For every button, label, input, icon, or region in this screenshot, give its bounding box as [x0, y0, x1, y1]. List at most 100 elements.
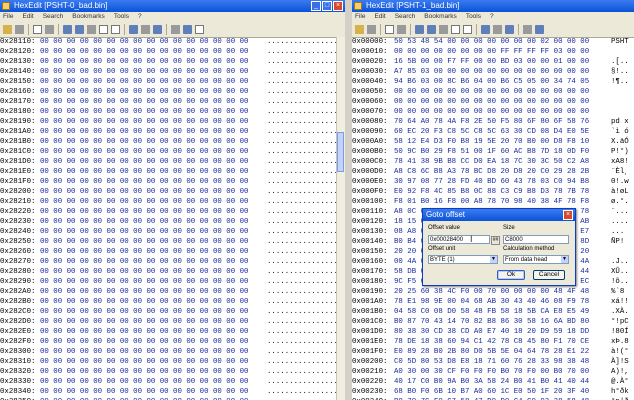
- hex-row[interactable]: 0x28300: 00 00 00 00 00 00 00 00 00 00 00…: [0, 347, 345, 357]
- row-bytes[interactable]: 00 00 00 00 00 00 00 00 00 00 00 00 00 0…: [40, 197, 265, 207]
- menu-edit[interactable]: Edit: [22, 12, 33, 22]
- hex-row[interactable]: 0x00090: 60 EC 20 F3 C8 5C C8 5C 63 30 CD…: [352, 127, 634, 137]
- row-ascii[interactable]: ................: [267, 97, 338, 107]
- row-ascii[interactable]: ................: [267, 237, 338, 247]
- new-icon[interactable]: [385, 25, 394, 34]
- row-ascii[interactable]: xá!!: [611, 297, 629, 307]
- cut-icon[interactable]: [87, 25, 96, 34]
- hex-row[interactable]: 0x001E0: 78 DE 18 38 60 94 C1 42 78 C8 45…: [352, 337, 634, 347]
- hex-toggle-button[interactable]: ##: [491, 236, 500, 245]
- menu-file[interactable]: File: [355, 12, 365, 22]
- left-vertical-scrollbar[interactable]: [336, 37, 345, 400]
- undo-icon[interactable]: [415, 25, 424, 34]
- hex-row[interactable]: 0x00230: 68 B0 F0 6B 10 B7 A0 60 1C E0 50…: [352, 387, 634, 397]
- minimize-button[interactable]: _: [311, 1, 321, 11]
- row-ascii[interactable]: !80Í: [611, 327, 629, 337]
- row-bytes[interactable]: 00 00 00 00 00 00 00 00 00 00 00 00 00 0…: [40, 207, 265, 217]
- row-bytes[interactable]: 00 00 00 00 00 00 00 00 00 00 00 00 00 0…: [40, 127, 265, 137]
- row-ascii[interactable]: ................: [267, 217, 338, 227]
- row-ascii[interactable]: ................: [267, 367, 338, 377]
- hex-row[interactable]: 0x00200: C0 5D 80 53 D8 E8 18 71 60 76 28…: [352, 357, 634, 367]
- row-bytes[interactable]: 00 00 00 00 00 00 00 00 00 00 00 00 00 0…: [40, 97, 265, 107]
- hex-row[interactable]: 0x00100: F8 01 B0 16 F8 00 A8 78 70 98 40…: [352, 197, 634, 207]
- row-bytes[interactable]: 50 53 48 54 00 00 00 00 00 00 00 02 00 0…: [394, 37, 609, 47]
- row-ascii[interactable]: ................: [267, 77, 338, 87]
- hex-row[interactable]: 0x282C0: 00 00 00 00 00 00 00 00 00 00 00…: [0, 307, 345, 317]
- hex-row[interactable]: 0x28340: 00 00 00 00 00 00 00 00 00 00 00…: [0, 387, 345, 397]
- row-bytes[interactable]: 00 00 00 00 00 00 00 00 00 00 00 00 00 0…: [40, 67, 265, 77]
- row-ascii[interactable]: PSHT: [611, 37, 629, 47]
- right-title-bar[interactable]: HexEdit [PSHT-1_bad.bin]: [352, 0, 634, 12]
- row-bytes[interactable]: 00 00 00 00 00 00 00 00 00 00 00 00 00 0…: [40, 107, 265, 117]
- hex-row[interactable]: 0x28220: 00 00 00 00 00 00 00 00 00 00 00…: [0, 207, 345, 217]
- row-bytes[interactable]: 00 00 00 00 00 00 00 00 00 00 00 00 00 0…: [40, 387, 265, 397]
- new-icon[interactable]: [33, 25, 42, 34]
- row-ascii[interactable]: ................: [267, 347, 338, 357]
- maximize-button[interactable]: □: [322, 1, 332, 11]
- menu-tools[interactable]: Tools: [466, 12, 481, 22]
- hex-row[interactable]: 0x28330: 00 00 00 00 00 00 00 00 00 00 00…: [0, 377, 345, 387]
- row-bytes[interactable]: 70 64 A0 78 4A F8 2E 50 F5 80 6F 80 6F 5…: [394, 117, 609, 127]
- save-icon[interactable]: [15, 25, 24, 34]
- goto-icon[interactable]: [505, 25, 514, 34]
- row-ascii[interactable]: à!(°: [611, 347, 629, 357]
- hex-row[interactable]: 0x281F0: 00 00 00 00 00 00 00 00 00 00 00…: [0, 177, 345, 187]
- hex-row[interactable]: 0x282F0: 00 00 00 00 00 00 00 00 00 00 00…: [0, 337, 345, 347]
- row-ascii[interactable]: !õ..: [611, 277, 629, 287]
- hex-row[interactable]: 0x00010: 00 00 00 00 00 00 00 00 FF FF FF…: [352, 47, 634, 57]
- hex-row[interactable]: 0x28130: 00 00 00 00 00 00 00 00 00 00 00…: [0, 57, 345, 67]
- row-bytes[interactable]: 00 00 00 00 00 00 00 00 00 00 00 00 00 0…: [394, 87, 609, 97]
- hex-row[interactable]: 0x28290: 00 00 00 00 00 00 00 00 00 00 00…: [0, 277, 345, 287]
- row-ascii[interactable]: À]!S: [611, 357, 629, 367]
- row-bytes[interactable]: 00 00 00 00 00 00 00 00 00 00 00 00 00 0…: [40, 317, 265, 327]
- row-bytes[interactable]: 00 00 00 00 00 00 00 00 00 00 00 00 00 0…: [40, 147, 265, 157]
- row-bytes[interactable]: 00 00 00 00 00 00 00 00 00 00 00 00 00 0…: [40, 187, 265, 197]
- row-bytes[interactable]: 80 38 30 CD 38 CD A0 E7 40 18 20 D9 59 1…: [394, 327, 609, 337]
- left-hex-view[interactable]: 0x28110: 00 00 00 00 00 00 00 00 00 00 00…: [0, 37, 345, 400]
- copy-icon[interactable]: [451, 25, 460, 34]
- row-bytes[interactable]: F8 01 B0 16 F8 00 A8 78 70 98 40 38 4F 7…: [394, 197, 609, 207]
- hex-row[interactable]: 0x28190: 00 00 00 00 00 00 00 00 00 00 00…: [0, 117, 345, 127]
- hex-row[interactable]: 0x28120: 00 00 00 00 00 00 00 00 00 00 00…: [0, 47, 345, 57]
- row-ascii[interactable]: ................: [267, 47, 338, 57]
- menu-help[interactable]: ?: [138, 12, 142, 22]
- row-ascii[interactable]: ................: [267, 357, 338, 367]
- row-ascii[interactable]: ................: [267, 57, 338, 67]
- row-ascii[interactable]: h°ðk: [611, 387, 629, 397]
- row-ascii[interactable]: ................: [267, 277, 338, 287]
- hex-row[interactable]: 0x28200: 00 00 00 00 00 00 00 00 00 00 00…: [0, 187, 345, 197]
- row-bytes[interactable]: 58 12 E4 D3 F0 B8 19 5E 20 70 B0 00 D8 F…: [394, 137, 609, 147]
- row-bytes[interactable]: 00 00 00 00 00 00 00 00 00 00 00 00 00 0…: [40, 337, 265, 347]
- row-ascii[interactable]: xA8!: [611, 157, 629, 167]
- compare-icon[interactable]: [183, 25, 192, 34]
- dialog-close-button[interactable]: ×: [563, 210, 573, 220]
- row-ascii[interactable]: ................: [267, 257, 338, 267]
- row-bytes[interactable]: 00 00 00 00 00 00 00 00 00 00 00 00 00 0…: [40, 287, 265, 297]
- row-bytes[interactable]: 16 5B 00 00 F7 FF 00 00 BD 03 00 00 01 0…: [394, 57, 609, 67]
- hex-row[interactable]: 0x00040: 94 B6 03 00 8C B6 04 00 B6 C5 05…: [352, 77, 634, 87]
- row-ascii[interactable]: à!øL: [611, 187, 629, 197]
- row-ascii[interactable]: 0!.w: [611, 177, 629, 187]
- row-ascii[interactable]: xÞ.8: [611, 337, 629, 347]
- row-ascii[interactable]: §!..: [611, 67, 629, 77]
- menu-bookmarks[interactable]: Bookmarks: [424, 12, 457, 22]
- calc-method-select[interactable]: From data head ▼: [503, 255, 569, 264]
- row-bytes[interactable]: A7 85 03 00 00 00 00 00 00 00 00 00 00 0…: [394, 67, 609, 77]
- row-ascii[interactable]: ................: [267, 307, 338, 317]
- row-bytes[interactable]: 20 25 60 38 4C F0 00 70 00 00 00 00 48 4…: [394, 287, 609, 297]
- row-bytes[interactable]: 00 00 00 00 00 00 00 00 00 00 00 00 00 0…: [40, 327, 265, 337]
- row-bytes[interactable]: 00 00 00 00 00 00 00 00 00 00 00 00 00 0…: [40, 37, 265, 47]
- menu-tools[interactable]: Tools: [114, 12, 129, 22]
- dialog-title-bar[interactable]: Goto offset ×: [423, 209, 575, 221]
- hex-row[interactable]: 0x00220: 40 17 C0 B0 9A B0 3A 58 24 B0 41…: [352, 377, 634, 387]
- copy-icon[interactable]: [99, 25, 108, 34]
- row-bytes[interactable]: 00 00 00 00 00 00 00 00 00 00 00 00 00 0…: [40, 347, 265, 357]
- row-ascii[interactable]: ................: [267, 137, 338, 147]
- binoculars-icon[interactable]: [523, 25, 532, 34]
- paste-icon[interactable]: [463, 25, 472, 34]
- row-ascii[interactable]: ................: [267, 247, 338, 257]
- hex-row[interactable]: 0x00020: 16 5B 00 00 F7 FF 00 00 BD 03 00…: [352, 57, 634, 67]
- row-ascii[interactable]: ................: [267, 327, 338, 337]
- left-title-bar[interactable]: HexEdit [PSHT-0_bad.bin] _ □ ×: [0, 0, 345, 12]
- row-ascii[interactable]: ................: [267, 107, 338, 117]
